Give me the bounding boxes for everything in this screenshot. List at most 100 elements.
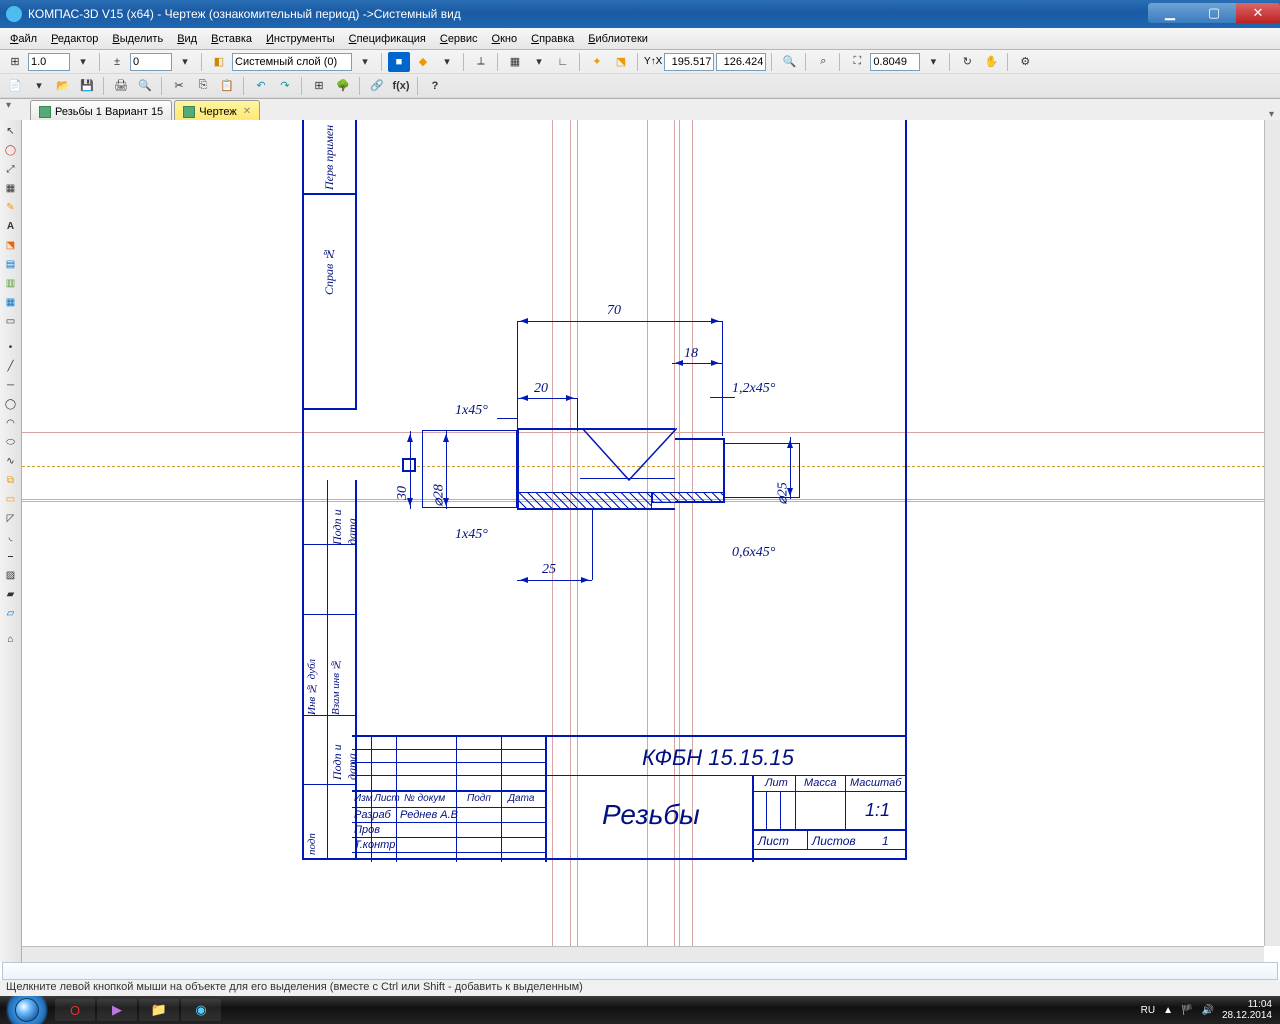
hatch2-icon[interactable]: ▨ [2, 566, 20, 584]
undo-icon[interactable]: ↶ [250, 76, 272, 96]
horizontal-scrollbar[interactable] [22, 946, 1264, 962]
tabs-overflow-icon[interactable]: ▾ [1263, 109, 1280, 120]
redo-icon[interactable]: ↷ [274, 76, 296, 96]
props-icon[interactable]: ⊞ [308, 76, 330, 96]
ortho-icon[interactable]: ⟂ [470, 52, 492, 72]
tab-rezby-variant[interactable]: Резьбы 1 Вариант 15 [30, 100, 172, 120]
fill-icon[interactable]: ▰ [2, 585, 20, 603]
tray-clock[interactable]: 11:04 28.12.2014 [1222, 999, 1272, 1021]
dropdown-icon[interactable]: ▾ [354, 52, 376, 72]
preview-icon[interactable]: 🔍 [134, 76, 156, 96]
snap-icon[interactable]: ✦ [586, 52, 608, 72]
print-icon[interactable]: 🖨 [110, 76, 132, 96]
report-icon[interactable]: ▦ [2, 293, 20, 311]
pan-icon[interactable]: ✋ [980, 52, 1002, 72]
menu-edit[interactable]: Редактор [45, 31, 104, 47]
tab-chertezh[interactable]: Чертеж ✕ [174, 100, 260, 120]
menu-spec[interactable]: Спецификация [343, 31, 432, 47]
dims-icon[interactable]: ⤢ [2, 160, 20, 178]
menu-help[interactable]: Справка [525, 31, 580, 47]
text-icon[interactable]: A [2, 217, 20, 235]
tray-lang[interactable]: RU [1141, 1005, 1155, 1016]
close-tab-icon[interactable]: ✕ [243, 106, 251, 117]
copy-icon[interactable]: ⎘ [192, 76, 214, 96]
trim-icon[interactable]: ⎯ [2, 547, 20, 565]
snap2-icon[interactable]: ⬔ [610, 52, 632, 72]
taskbar-explorer-icon[interactable]: 📁 [139, 999, 179, 1021]
menu-view[interactable]: Вид [171, 31, 203, 47]
dropdown-icon[interactable]: ▾ [922, 52, 944, 72]
symbol-icon[interactable]: ⬔ [2, 236, 20, 254]
vertical-scrollbar[interactable] [1264, 120, 1280, 946]
tree-icon[interactable]: 🌳 [332, 76, 354, 96]
circle-icon[interactable]: ◯ [2, 395, 20, 413]
spec-icon[interactable]: ▥ [2, 274, 20, 292]
select-icon[interactable]: ↖ [2, 122, 20, 140]
dropdown-icon[interactable]: ▾ [528, 52, 550, 72]
zoom-in-icon[interactable]: 🔍 [778, 52, 800, 72]
ellipse-icon[interactable]: ⬭ [2, 433, 20, 451]
fx-icon[interactable]: f(x) [390, 76, 412, 96]
hatch-icon[interactable]: ▦ [2, 179, 20, 197]
color-icon[interactable]: ■ [388, 52, 410, 72]
lib-icon[interactable]: ⌂ [2, 630, 20, 648]
rect-icon[interactable]: ▭ [2, 490, 20, 508]
zoom-fit-icon[interactable]: ⛶ [846, 52, 868, 72]
maximize-button[interactable]: ▢ [1192, 3, 1236, 23]
step-input[interactable] [130, 53, 172, 71]
coord-y-input[interactable] [716, 53, 766, 71]
scale-input[interactable] [28, 53, 70, 71]
menu-tools[interactable]: Инструменты [260, 31, 341, 47]
taskbar-opera-icon[interactable]: O [55, 999, 95, 1021]
paste-icon[interactable]: 📋 [216, 76, 238, 96]
open-icon[interactable]: 📂 [52, 76, 74, 96]
coord-x-input[interactable] [664, 53, 714, 71]
line-icon[interactable]: ─ [2, 376, 20, 394]
dropdown-icon[interactable]: ▾ [72, 52, 94, 72]
fillet-icon[interactable]: ◟ [2, 528, 20, 546]
grid-icon[interactable]: ⊞ [4, 52, 26, 72]
tray-flag-icon[interactable]: ▲ [1163, 1005, 1173, 1016]
geometry-icon[interactable]: ◯ [2, 141, 20, 159]
layer-combo[interactable] [232, 53, 352, 71]
grid-snap-icon[interactable]: ▦ [504, 52, 526, 72]
dropdown-icon[interactable]: ▾ [174, 52, 196, 72]
spline-icon[interactable]: ∿ [2, 452, 20, 470]
new-icon[interactable]: 📄 [4, 76, 26, 96]
zoom-input[interactable] [870, 53, 920, 71]
aux-line-icon[interactable]: ╱ [2, 357, 20, 375]
cut-icon[interactable]: ✂ [168, 76, 190, 96]
layers-icon[interactable]: ◧ [208, 52, 230, 72]
edit-icon[interactable]: ✎ [2, 198, 20, 216]
dropdown-icon[interactable]: ▾ [28, 76, 50, 96]
tabs-menu-icon[interactable]: ▾ [6, 100, 11, 111]
menu-file[interactable]: Файл [4, 31, 43, 47]
var-icon[interactable]: 🔗 [366, 76, 388, 96]
menu-window[interactable]: Окно [486, 31, 524, 47]
start-button[interactable] [0, 996, 54, 1024]
chamfer-icon[interactable]: ◸ [2, 509, 20, 527]
refresh-icon[interactable]: ↻ [956, 52, 978, 72]
drawing-canvas[interactable]: Перв примен Справ № Подп и дата Взам инв… [22, 120, 1280, 962]
offset-icon[interactable]: ⧉ [2, 471, 20, 489]
arc-icon[interactable]: ◠ [2, 414, 20, 432]
save-icon[interactable]: 💾 [76, 76, 98, 96]
menu-select[interactable]: Выделить [106, 31, 169, 47]
axis-icon[interactable]: ∟ [552, 52, 574, 72]
tray-sound-icon[interactable]: 🔊 [1201, 1005, 1213, 1016]
taskbar-kompas-icon[interactable]: ◉ [181, 999, 221, 1021]
menu-libs[interactable]: Библиотеки [582, 31, 654, 47]
point-icon[interactable]: • [2, 338, 20, 356]
tool-icon[interactable]: ▭ [2, 312, 20, 330]
step-icon[interactable]: ± [106, 52, 128, 72]
command-line[interactable] [2, 962, 1278, 980]
paint-icon[interactable]: ◆ [412, 52, 434, 72]
menu-service[interactable]: Сервис [434, 31, 484, 47]
table-icon[interactable]: ▤ [2, 255, 20, 273]
tray-network-icon[interactable]: 🏴 [1181, 1005, 1193, 1016]
minimize-button[interactable]: ▁ [1148, 3, 1192, 23]
taskbar-player-icon[interactable]: ▶ [97, 999, 137, 1021]
contour-icon[interactable]: ▱ [2, 604, 20, 622]
help-icon[interactable]: ? [424, 76, 446, 96]
tool-icon[interactable]: ⚙ [1014, 52, 1036, 72]
